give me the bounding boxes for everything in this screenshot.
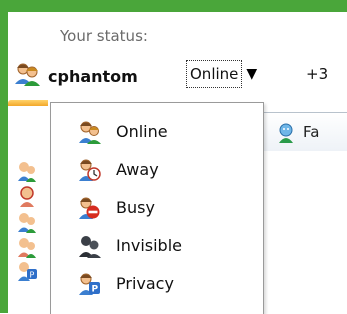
- window-border-top: [0, 0, 347, 12]
- menu-item-online[interactable]: Online: [51, 113, 263, 151]
- menu-item-invisible[interactable]: Invisible: [51, 227, 263, 265]
- menu-item-privacy-label[interactable]: Privacy: [116, 274, 174, 293]
- user-busy-icon: [77, 196, 101, 220]
- contact-privacy-icon[interactable]: P: [16, 260, 38, 282]
- extra-count-badge[interactable]: +3: [306, 65, 328, 83]
- contact-away-icon[interactable]: [16, 185, 38, 207]
- menu-item-away[interactable]: Away: [51, 151, 263, 189]
- menu-item-busy-label[interactable]: Busy: [116, 198, 155, 217]
- user-privacy-icon: P: [77, 272, 101, 296]
- contact-invisible-icon[interactable]: [16, 236, 38, 258]
- user-online-icon: [77, 120, 101, 144]
- menu-item-privacy[interactable]: P Privacy: [51, 265, 263, 303]
- status-dropdown-value[interactable]: Online: [186, 60, 243, 88]
- svg-text:P: P: [30, 271, 35, 280]
- messenger-window: Your status: cphantom Online ▼ +3 P Fa O…: [0, 0, 347, 314]
- contact-icon-column: P: [8, 100, 50, 313]
- status-caption: Your status:: [60, 27, 148, 45]
- favorites-icon: [275, 121, 297, 143]
- status-dropdown[interactable]: Online ▼: [186, 60, 257, 88]
- status-menu: Online Away Busy Invisible P Privacy: [50, 102, 264, 314]
- left-tab-highlight: [8, 100, 48, 106]
- svg-text:P: P: [92, 285, 99, 295]
- tab-favorites[interactable]: Fa: [262, 112, 347, 151]
- contact-online-icon[interactable]: [16, 160, 38, 182]
- user-invisible-icon: [77, 234, 101, 258]
- menu-item-online-label[interactable]: Online: [116, 122, 168, 141]
- menu-item-invisible-label[interactable]: Invisible: [116, 236, 182, 255]
- user-away-icon: [77, 158, 101, 182]
- chevron-down-icon[interactable]: ▼: [246, 66, 257, 82]
- menu-item-busy[interactable]: Busy: [51, 189, 263, 227]
- tab-favorites-label[interactable]: Fa: [303, 123, 319, 141]
- user-avatar-icon: [14, 62, 40, 90]
- contact-busy-icon[interactable]: [16, 211, 38, 233]
- window-border-left: [0, 0, 8, 313]
- username: cphantom: [48, 66, 138, 86]
- user-row: cphantom: [14, 62, 138, 90]
- menu-item-away-label[interactable]: Away: [116, 160, 159, 179]
